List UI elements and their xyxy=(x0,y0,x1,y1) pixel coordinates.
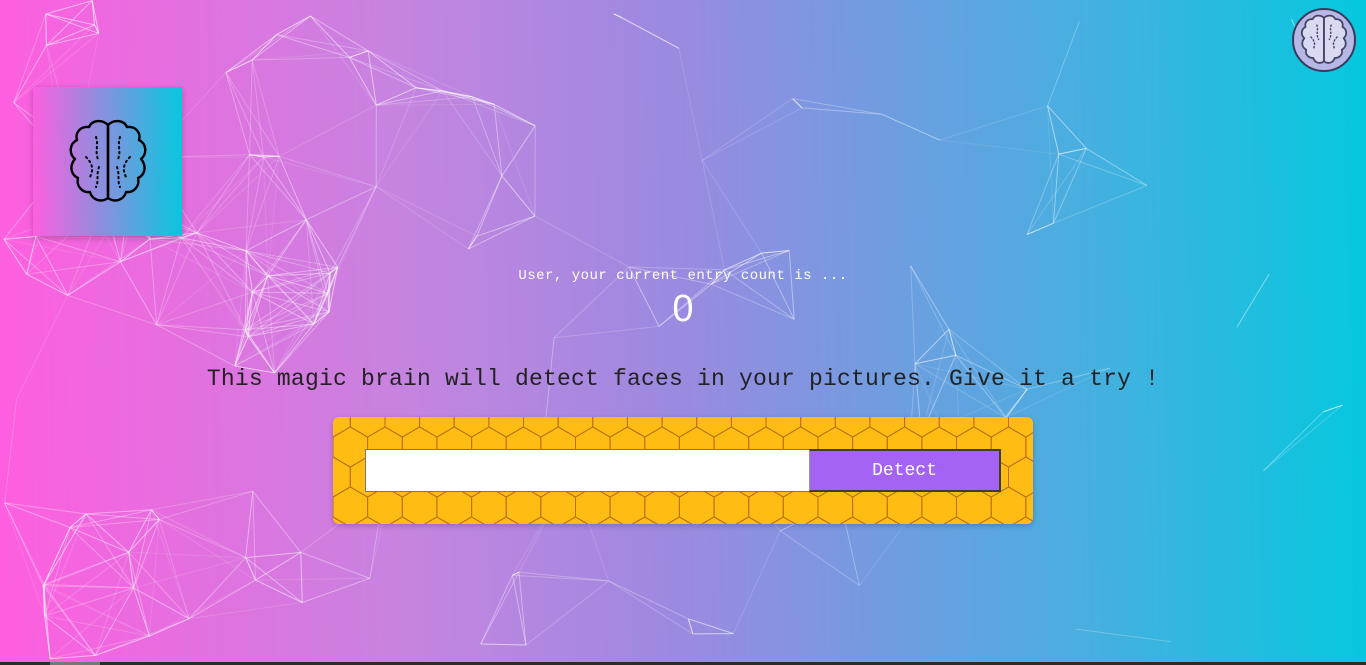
image-link-form: Detect xyxy=(333,417,1033,524)
brain-icon xyxy=(69,119,146,202)
brain-icon xyxy=(1300,14,1348,64)
image-url-input[interactable] xyxy=(365,449,810,492)
logo[interactable] xyxy=(33,87,182,236)
avatar[interactable] xyxy=(1292,8,1356,72)
detect-button[interactable]: Detect xyxy=(809,449,1001,492)
particle-network-background xyxy=(3,0,1343,660)
entry-count-value: 0 xyxy=(672,288,694,330)
intro-text: This magic brain will detect faces in yo… xyxy=(206,366,1160,392)
entry-count-message: User, your current entry count is ... xyxy=(518,268,848,284)
